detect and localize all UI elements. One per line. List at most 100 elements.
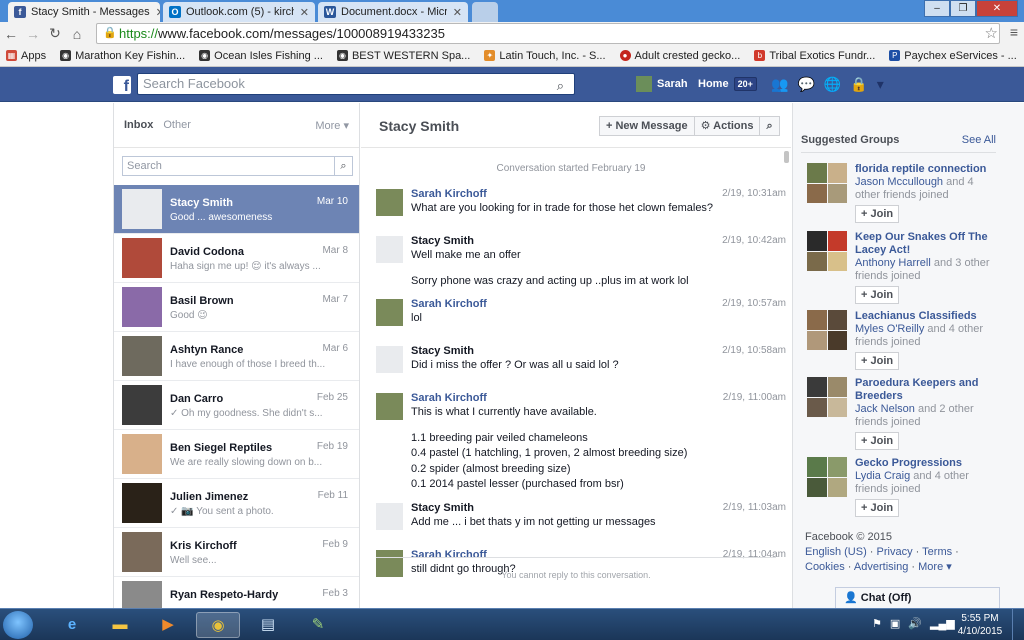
maximize-icon[interactable]: ❐ — [950, 0, 976, 17]
conversation-scrollbar[interactable] — [784, 151, 789, 163]
network-signal-icon[interactable]: ▂▄▆ — [930, 617, 955, 630]
group-photos[interactable] — [807, 163, 847, 203]
group-name[interactable]: Paroedura Keepers and Breeders — [855, 377, 997, 403]
flag-icon[interactable]: ⚑ — [872, 617, 882, 630]
join-group-button[interactable]: + Join — [855, 286, 900, 304]
notifications-globe-icon[interactable]: 🌐 — [824, 76, 841, 93]
friend-name[interactable]: Anthony Harrell — [855, 257, 931, 269]
join-group-button[interactable]: + Join — [855, 205, 900, 223]
group-name[interactable]: Leachianus Classifieds — [855, 310, 997, 323]
group-photos[interactable] — [807, 377, 847, 417]
internet-explorer-icon[interactable]: e — [50, 612, 94, 638]
group-photos[interactable] — [807, 231, 847, 271]
avatar[interactable] — [376, 236, 403, 263]
messages-icon[interactable]: 💬 — [797, 76, 814, 93]
file-explorer-icon[interactable]: ▬ — [98, 612, 142, 638]
footer-link-privacy[interactable]: Privacy — [877, 546, 913, 558]
footer-link-more[interactable]: More ▾ — [918, 561, 952, 573]
avatar[interactable] — [376, 189, 403, 216]
friend-requests-icon[interactable]: 👥 — [771, 76, 788, 93]
new-tab-button[interactable] — [472, 2, 498, 22]
bookmark-crested-gecko[interactable]: ● Adult crested gecko... — [619, 50, 740, 62]
thread-item[interactable]: David Codona Mar 8 Haha sign me up! 😌 it… — [114, 234, 359, 283]
see-all-link[interactable]: See All — [962, 134, 996, 146]
search-icon[interactable]: ⌕ — [334, 157, 352, 175]
forward-arrow-icon[interactable]: → — [22, 26, 44, 42]
footer-link-terms[interactable]: Terms — [922, 546, 952, 558]
privacy-shortcuts-icon[interactable]: 🔒 — [850, 76, 867, 93]
home-icon[interactable]: ⌂ — [66, 26, 88, 42]
windows-start-button[interactable] — [3, 611, 33, 639]
paint-icon[interactable]: ✎ — [296, 612, 340, 638]
more-dropdown[interactable]: More ▾ — [315, 119, 349, 132]
address-bar[interactable]: 🔒 https://www.facebook.com/messages/1000… — [96, 23, 1000, 44]
settings-dropdown-icon[interactable]: ▾ — [877, 76, 884, 93]
friend-name[interactable]: Jason Mccullough — [855, 176, 943, 188]
group-name[interactable]: florida reptile connection — [855, 163, 997, 176]
show-desktop-button[interactable] — [1012, 609, 1024, 640]
search-icon[interactable]: ⌕ — [557, 76, 564, 96]
friend-name[interactable]: Lydia Craig — [855, 470, 910, 482]
bookmark-star-icon[interactable]: ☆ — [985, 24, 998, 42]
media-player-icon[interactable]: ▶ — [146, 612, 190, 638]
thread-item[interactable]: Ryan Respeto-Hardy Feb 3 — [114, 577, 359, 608]
back-arrow-icon[interactable]: ← — [0, 26, 22, 42]
thread-item[interactable]: Basil Brown Mar 7 Good 😉 — [114, 283, 359, 332]
avatar[interactable] — [376, 393, 403, 420]
tab-other[interactable]: Other — [163, 119, 191, 131]
footer-link-advertising[interactable]: Advertising — [854, 561, 908, 573]
bookmark-best-western[interactable]: ◉ BEST WESTERN Spa... — [336, 50, 470, 62]
avatar[interactable] — [376, 502, 403, 530]
group-name[interactable]: Gecko Progressions — [855, 457, 997, 470]
footer-link-language[interactable]: English (US) — [805, 546, 867, 558]
join-group-button[interactable]: + Join — [855, 352, 900, 370]
group-name[interactable]: Keep Our Snakes Off The Lacey Act! — [855, 231, 997, 257]
bookmark-latin-touch[interactable]: ✦ Latin Touch, Inc. - S... — [484, 50, 606, 62]
actions-button[interactable]: ⚙ Actions — [693, 116, 761, 136]
facebook-logo-icon[interactable]: f — [113, 76, 131, 95]
thread-item[interactable]: Ben Siegel Reptiles Feb 19 We are really… — [114, 430, 359, 479]
thread-item[interactable]: Kris Kirchoff Feb 9 Well see... — [114, 528, 359, 577]
volume-icon[interactable]: 🔊 — [908, 617, 922, 630]
join-group-button[interactable]: + Join — [855, 432, 900, 450]
thread-search-input[interactable]: Search ⌕ — [122, 156, 353, 176]
hamburger-menu-icon[interactable]: ≡ — [1010, 24, 1018, 40]
thread-item[interactable]: Julien Jimenez Feb 11 ✓ 📷 You sent a pho… — [114, 479, 359, 528]
conversation-search-button[interactable]: ⌕ — [759, 116, 780, 136]
avatar[interactable] — [376, 346, 403, 373]
device-icon[interactable]: ▣ — [890, 617, 900, 630]
bookmark-marathon-key[interactable]: ◉ Marathon Key Fishin... — [60, 50, 185, 62]
footer-link-cookies[interactable]: Cookies — [805, 561, 845, 573]
tab-inbox[interactable]: Inbox — [124, 119, 153, 131]
avatar[interactable] — [376, 299, 403, 326]
browser-tab-document[interactable]: W Document.docx - Microsoft ✕ — [318, 2, 468, 22]
thread-item[interactable]: Stacy Smith Mar 10 Good ... awesomeness — [114, 185, 359, 234]
thread-item[interactable]: Dan Carro Feb 25 ✓ Oh my goodness. She d… — [114, 381, 359, 430]
profile-link[interactable]: Sarah — [636, 76, 688, 92]
group-photos[interactable] — [807, 310, 847, 350]
taskbar-clock[interactable]: 5:55 PM 4/10/2015 — [955, 612, 1005, 638]
chrome-icon[interactable]: ◉ — [196, 612, 240, 638]
bookmark-apps[interactable]: ▦ Apps — [6, 50, 46, 62]
join-group-button[interactable]: + Join — [855, 499, 900, 517]
facebook-search-input[interactable]: Search Facebook ⌕ — [137, 73, 575, 95]
minimize-icon[interactable]: – — [924, 0, 950, 17]
browser-tab-outlook[interactable]: O Outlook.com (5) - kirchoff ✕ — [163, 2, 315, 22]
close-tab-icon[interactable]: ✕ — [447, 6, 462, 19]
thread-item[interactable]: Ashtyn Rance Mar 6 I have enough of thos… — [114, 332, 359, 381]
bookmark-ocean-isles[interactable]: ◉ Ocean Isles Fishing ... — [199, 50, 323, 62]
group-photos[interactable] — [807, 457, 847, 497]
friend-name[interactable]: Myles O'Reilly — [855, 323, 924, 335]
home-link[interactable]: Home 20+ — [698, 77, 757, 91]
new-message-button[interactable]: + New Message — [599, 116, 695, 136]
close-tab-icon[interactable]: ✕ — [150, 6, 160, 19]
close-tab-icon[interactable]: ✕ — [294, 6, 309, 19]
friend-name[interactable]: Jack Nelson — [855, 403, 915, 415]
reload-icon[interactable]: ↻ — [44, 25, 66, 42]
chat-sidebar-toggle[interactable]: 👤 Chat (Off) — [835, 587, 1000, 608]
bookmark-tribal-exotics[interactable]: b Tribal Exotics Fundr... — [754, 50, 875, 62]
word-icon[interactable]: ▤ — [246, 612, 290, 638]
close-window-icon[interactable]: ✕ — [976, 0, 1018, 17]
bookmark-paychex[interactable]: P Paychex eServices - ... — [889, 50, 1017, 62]
browser-tab-messages[interactable]: f Stacy Smith - Messages ✕ — [8, 2, 160, 22]
